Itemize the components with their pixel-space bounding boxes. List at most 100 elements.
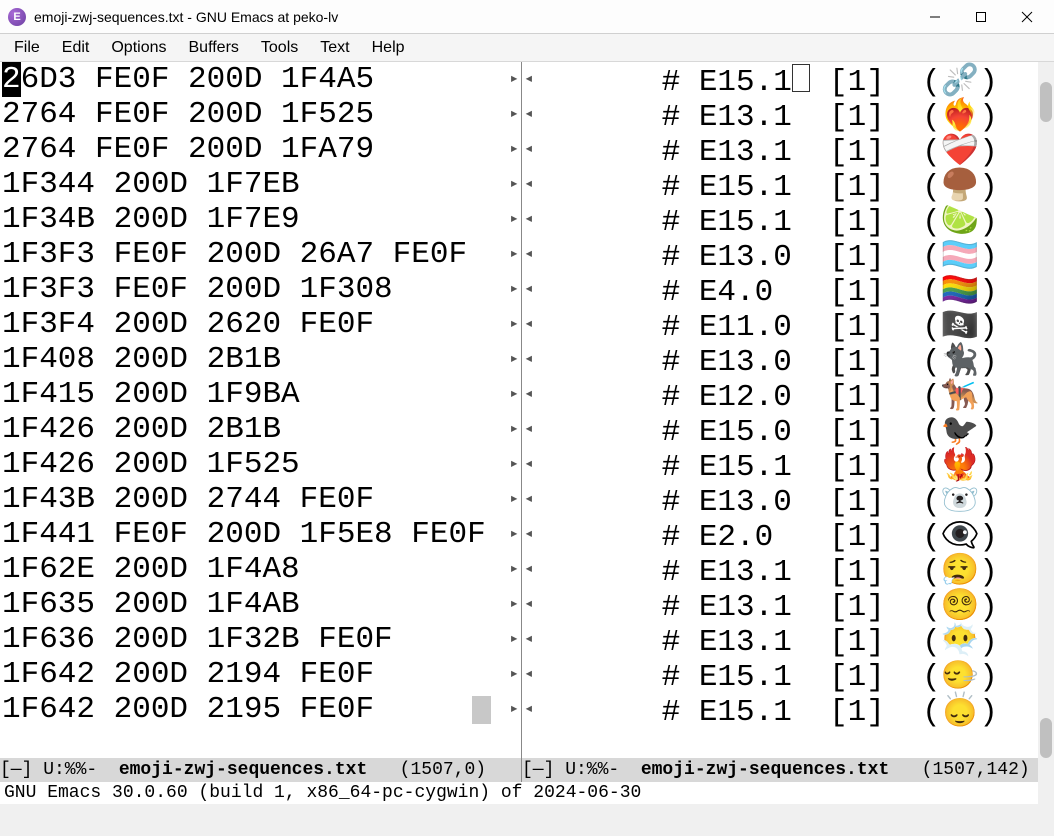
- emoji-glyph: 😶‍🌫️: [941, 622, 980, 657]
- continuation-arrow-icon: ◂: [524, 692, 534, 727]
- text-line[interactable]: 2764 FE0F 200D 1FA79: [0, 132, 521, 167]
- continuation-arrow-icon: ◂: [524, 62, 534, 97]
- text-line[interactable]: # E13.1 [1] (😵‍💫): [522, 587, 1054, 622]
- continuation-arrow-icon: ◂: [524, 482, 534, 517]
- menu-text[interactable]: Text: [310, 37, 359, 59]
- text-line[interactable]: # E15.0 [1] (🐦‍⬛): [522, 412, 1054, 447]
- menu-options[interactable]: Options: [101, 37, 176, 59]
- text-line[interactable]: # E15.1 [1] (🍋‍🟩): [522, 202, 1054, 237]
- continuation-arrow-icon: ▸: [509, 377, 519, 412]
- continuation-arrow-icon: ▸: [509, 412, 519, 447]
- emoji-glyph: 🏴‍☠️: [941, 307, 980, 342]
- continuation-arrow-icon: ◂: [524, 552, 534, 587]
- text-line[interactable]: 1F635 200D 1F4AB: [0, 587, 521, 622]
- text-line[interactable]: # E11.0 [1] (🏴‍☠️): [522, 307, 1054, 342]
- emoji-glyph: 👁️‍🗨️: [941, 517, 980, 552]
- text-line[interactable]: 1F62E 200D 1F4A8: [0, 552, 521, 587]
- continuation-arrow-icon: ◂: [524, 517, 534, 552]
- text-line[interactable]: # E4.0 [1] (🏳️‍🌈): [522, 272, 1054, 307]
- left-pane[interactable]: ▸26D3 FE0F 200D 1F4A5▸2764 FE0F 200D 1F5…: [0, 62, 522, 804]
- emoji-glyph: ❤️‍🔥: [941, 97, 980, 132]
- text-line[interactable]: # E13.1 [1] (❤️‍🔥): [522, 97, 1054, 132]
- menu-edit[interactable]: Edit: [52, 37, 100, 59]
- menu-buffers[interactable]: Buffers: [179, 37, 249, 59]
- maximize-button[interactable]: [958, 2, 1004, 32]
- emoji-glyph: ⛓️‍💥: [941, 62, 980, 97]
- continuation-arrow-icon: ◂: [524, 307, 534, 342]
- modeline[interactable]: [—] U:%%- emoji-zwj-sequences.txt (1507,…: [0, 758, 1054, 782]
- scrollbar[interactable]: [1038, 62, 1054, 804]
- text-line[interactable]: # E12.0 [1] (🐕‍🦺): [522, 377, 1054, 412]
- continuation-arrow-icon: ▸: [509, 482, 519, 517]
- continuation-arrow-icon: ◂: [524, 622, 534, 657]
- text-line[interactable]: 1F642 200D 2195 FE0F: [0, 692, 521, 727]
- text-line[interactable]: 1F3F4 200D 2620 FE0F: [0, 307, 521, 342]
- minimize-button[interactable]: [912, 2, 958, 32]
- continuation-arrow-icon: ▸: [509, 97, 519, 132]
- menu-tools[interactable]: Tools: [251, 37, 308, 59]
- text-line[interactable]: # E15.1 [1] (🍄‍🟫): [522, 167, 1054, 202]
- text-line[interactable]: 1F642 200D 2194 FE0F: [0, 657, 521, 692]
- scrollbar-thumb-left[interactable]: [1040, 82, 1052, 122]
- emoji-glyph: 🍄‍🟫: [941, 167, 980, 202]
- continuation-arrow-icon: ▸: [509, 517, 519, 552]
- emoji-glyph: 🐕‍🦺: [941, 377, 980, 412]
- continuation-arrow-icon: ▸: [509, 62, 519, 97]
- emoji-glyph: 😮‍💨: [941, 552, 980, 587]
- emoji-glyph: 🐻‍❄️: [941, 482, 980, 517]
- cursor: 2: [2, 62, 21, 97]
- menu-file[interactable]: File: [4, 37, 50, 59]
- emoji-glyph: 🐦‍🔥: [941, 447, 980, 482]
- editor-area[interactable]: ▸26D3 FE0F 200D 1F4A5▸2764 FE0F 200D 1F5…: [0, 62, 1054, 804]
- text-line[interactable]: 1F344 200D 1F7EB: [0, 167, 521, 202]
- window-title: emoji-zwj-sequences.txt - GNU Emacs at p…: [34, 9, 338, 25]
- emoji-glyph: 😵‍💫: [941, 587, 980, 622]
- text-line[interactable]: # E15.1 [1] (🙂‍↔️): [522, 657, 1054, 692]
- text-line[interactable]: 1F34B 200D 1F7E9: [0, 202, 521, 237]
- emacs-app-icon: E: [8, 8, 26, 26]
- text-line[interactable]: 1F408 200D 2B1B: [0, 342, 521, 377]
- text-line[interactable]: # E13.0 [1] (🐈‍⬛): [522, 342, 1054, 377]
- menubar[interactable]: File Edit Options Buffers Tools Text Hel…: [0, 34, 1054, 62]
- titlebar[interactable]: E emoji-zwj-sequences.txt - GNU Emacs at…: [0, 0, 1054, 34]
- emoji-glyph: 🏳️‍🌈: [941, 272, 980, 307]
- text-line[interactable]: 1F3F3 FE0F 200D 26A7 FE0F: [0, 237, 521, 272]
- text-line[interactable]: 26D3 FE0F 200D 1F4A5: [0, 62, 521, 97]
- continuation-arrow-icon: ◂: [524, 447, 534, 482]
- text-line[interactable]: # E13.0 [1] (🐻‍❄️): [522, 482, 1054, 517]
- continuation-arrow-icon: ▸: [509, 342, 519, 377]
- buffer-name-right: emoji-zwj-sequences.txt: [641, 760, 889, 780]
- text-line[interactable]: 1F426 200D 1F525: [0, 447, 521, 482]
- continuation-arrow-icon: ◂: [524, 342, 534, 377]
- emoji-glyph: 🍋‍🟩: [941, 202, 980, 237]
- missing-glyph-icon: [792, 64, 811, 92]
- text-line[interactable]: # E2.0 [1] (👁️‍🗨️): [522, 517, 1054, 552]
- close-button[interactable]: [1004, 2, 1050, 32]
- text-line[interactable]: 1F415 200D 1F9BA: [0, 377, 521, 412]
- continuation-arrow-icon: ▸: [509, 237, 519, 272]
- text-line[interactable]: # E15.1 [1] (🙂‍↕️): [522, 692, 1054, 727]
- text-line[interactable]: # E13.0 [1] (🏳️‍⚧️): [522, 237, 1054, 272]
- continuation-arrow-icon: ▸: [509, 272, 519, 307]
- text-line[interactable]: # E13.1 [1] (❤️‍🩹): [522, 132, 1054, 167]
- scrollbar-thumb-right[interactable]: [1040, 718, 1052, 758]
- text-line[interactable]: # E13.1 [1] (😶‍🌫️): [522, 622, 1054, 657]
- continuation-arrow-icon: ▸: [509, 692, 519, 727]
- continuation-arrow-icon: ▸: [509, 657, 519, 692]
- titlebar-left: E emoji-zwj-sequences.txt - GNU Emacs at…: [8, 8, 338, 26]
- text-line[interactable]: # E15.1 [1] (⛓️‍💥): [522, 62, 1054, 97]
- text-line[interactable]: # E15.1 [1] (🐦‍🔥): [522, 447, 1054, 482]
- text-line[interactable]: 1F441 FE0F 200D 1F5E8 FE0F: [0, 517, 521, 552]
- text-line[interactable]: 2764 FE0F 200D 1F525: [0, 97, 521, 132]
- right-pane[interactable]: ◂ # E15.1 [1] (⛓️‍💥)◂ # E13.1 [1] (❤️‍🔥)…: [522, 62, 1054, 804]
- modeline-right[interactable]: [—] U:%%- emoji-zwj-sequences.txt (1507,…: [522, 758, 1054, 782]
- text-line[interactable]: 1F426 200D 2B1B: [0, 412, 521, 447]
- text-line[interactable]: # E13.1 [1] (😮‍💨): [522, 552, 1054, 587]
- continuation-arrow-icon: ▸: [509, 587, 519, 622]
- text-line[interactable]: 1F636 200D 1F32B FE0F: [0, 622, 521, 657]
- continuation-arrow-icon: ▸: [509, 307, 519, 342]
- text-line[interactable]: 1F3F3 FE0F 200D 1F308: [0, 272, 521, 307]
- menu-help[interactable]: Help: [362, 37, 415, 59]
- modeline-left[interactable]: [—] U:%%- emoji-zwj-sequences.txt (1507,…: [0, 758, 522, 782]
- text-line[interactable]: 1F43B 200D 2744 FE0F: [0, 482, 521, 517]
